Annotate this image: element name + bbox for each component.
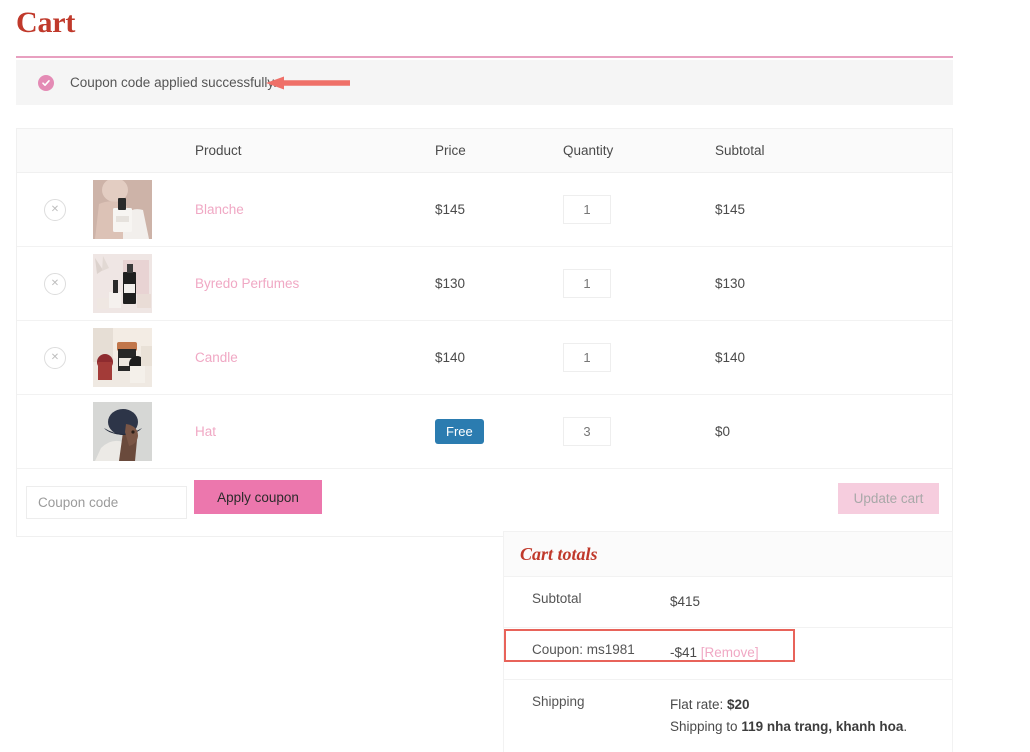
price-cell: $145 <box>435 202 466 217</box>
coupon-remove-link[interactable]: [Remove] <box>701 645 759 660</box>
product-name-cell: Candle <box>195 349 435 367</box>
table-header-row: Product Price Quantity Subtotal <box>17 129 952 173</box>
shipping-to-prefix: Shipping to <box>670 718 742 734</box>
cart-page: Cart Coupon code applied successfully. P… <box>0 0 1030 752</box>
subtotal-cell: $130 <box>715 276 746 291</box>
product-name-cell: Byredo Perfumes <box>195 275 435 293</box>
candles-thumbnail[interactable] <box>93 328 152 387</box>
shipping-to-suffix: . <box>903 718 908 734</box>
cart-actions-row: Apply coupon Update cart <box>17 469 952 537</box>
quantity-cell <box>563 195 715 224</box>
notice-message: Coupon code applied successfully. <box>70 75 277 90</box>
header-product: Product <box>195 143 242 158</box>
subtotal-row: Subtotal $415 <box>504 576 952 627</box>
coupon-row: Coupon: ms1981 -$41 [Remove] <box>504 627 952 678</box>
subtotal-value: $415 <box>670 594 701 609</box>
product-name-cell: Hat <box>195 423 435 441</box>
table-row: ✕ <box>17 321 952 395</box>
quantity-input[interactable] <box>563 343 611 372</box>
apply-coupon-button[interactable]: Apply coupon <box>194 480 322 514</box>
quantity-cell <box>563 343 715 372</box>
coupon-value-cell: -$41 [Remove] <box>670 642 759 664</box>
thumbnail-cell <box>93 254 195 313</box>
page-title: Cart <box>16 6 76 39</box>
coupon-input[interactable] <box>26 486 187 519</box>
quantity-cell <box>563 417 715 446</box>
shipping-value-cell: Flat rate: $20 Shipping to 119 nha trang… <box>670 694 907 739</box>
thumbnail-cell <box>93 328 195 387</box>
remove-item-icon[interactable]: ✕ <box>44 272 66 295</box>
table-row: ✕ Blanche $145 1 $145 <box>17 173 952 247</box>
header-subtotal: Subtotal <box>715 143 765 158</box>
remove-cell: ✕ <box>17 346 93 369</box>
cart-totals-title: Cart totals <box>520 543 598 564</box>
price-cell: $140 <box>435 350 466 365</box>
product-link[interactable]: Hat <box>195 424 216 439</box>
shipping-label: Shipping <box>532 693 585 709</box>
shipping-to-address: 119 nha trang, khanh hoa <box>741 718 904 734</box>
thumbnail-cell <box>93 180 195 239</box>
price-cell: $130 <box>435 276 466 291</box>
product-link[interactable]: Byredo Perfumes <box>195 276 299 291</box>
subtotal-label: Subtotal <box>532 591 582 606</box>
quantity-cell <box>563 269 715 298</box>
update-cart-button[interactable]: Update cart <box>838 483 939 514</box>
coupon-discount-value: -$41 <box>670 645 698 661</box>
table-row: ✕ <box>17 247 952 321</box>
remove-item-icon[interactable]: ✕ <box>44 198 66 221</box>
subtotal-cell: $145 <box>715 202 746 217</box>
price-cell: Free <box>435 419 563 444</box>
quantity-input[interactable] <box>563 417 611 446</box>
remove-cell: ✕ <box>17 198 93 221</box>
thumbnail-cell <box>93 402 195 461</box>
subtotal-cell: $0 <box>715 424 731 439</box>
product-link[interactable]: Candle <box>195 350 238 365</box>
remove-cell: ✕ <box>17 272 93 295</box>
quantity-input[interactable] <box>563 195 611 224</box>
perfume-bottle-thumbnail[interactable] <box>93 180 152 239</box>
header-quantity: Quantity <box>563 143 614 158</box>
quantity-input[interactable] <box>563 269 611 298</box>
check-circle-icon <box>38 74 54 91</box>
bucket-hat-thumbnail[interactable] <box>93 402 152 461</box>
title-divider <box>16 56 953 58</box>
header-price: Price <box>435 143 466 158</box>
coupon-success-notice: Coupon code applied successfully. <box>16 60 953 105</box>
cart-table: Product Price Quantity Subtotal ✕ Blanch… <box>16 128 953 537</box>
remove-item-icon[interactable]: ✕ <box>44 346 66 369</box>
shipping-row: Shipping Flat rate: $20 Shipping to 119 … <box>504 678 952 752</box>
shipping-rate-prefix: Flat rate: <box>670 696 728 712</box>
shipping-rate-line: Flat rate: $20 <box>670 694 907 716</box>
subtotal-cell: $140 <box>715 350 746 365</box>
product-link[interactable]: Blanche <box>195 202 244 217</box>
table-row: Hat Free $0 <box>17 395 952 469</box>
shipping-rate-value: $20 <box>727 696 750 712</box>
free-badge: Free <box>435 419 484 444</box>
cart-totals-panel: Cart totals Subtotal $415 Coupon: ms1981… <box>503 531 953 752</box>
perfume-set-thumbnail[interactable] <box>93 254 152 313</box>
shipping-address-line: Shipping to 119 nha trang, khanh hoa. <box>670 716 907 738</box>
product-name-cell: Blanche <box>195 201 435 219</box>
cart-totals-header: Cart totals <box>504 532 952 576</box>
coupon-label: Coupon: ms1981 <box>532 642 635 658</box>
